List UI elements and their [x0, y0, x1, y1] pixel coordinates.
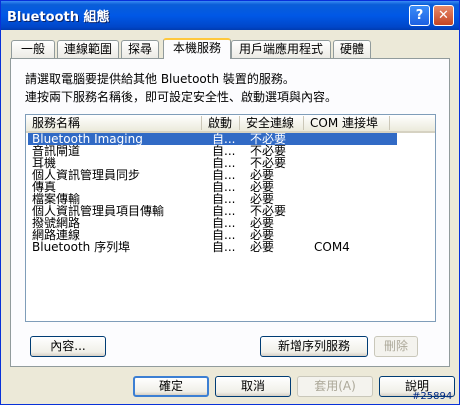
- service-startup: 自...: [212, 193, 236, 205]
- service-name: Bluetooth 序列埠: [32, 241, 131, 253]
- service-secure: 必要: [250, 229, 275, 241]
- list-item[interactable]: Bluetooth Imaging 自... 不必要: [28, 133, 397, 145]
- apply-button[interactable]: 套用(A): [297, 376, 373, 397]
- service-secure: 必要: [250, 169, 275, 181]
- column-header-startup[interactable]: 啟動: [202, 116, 240, 130]
- service-name: 個人資訊管理員同步: [32, 169, 141, 181]
- tab-client-apps[interactable]: 用戶端應用程式: [231, 40, 331, 58]
- window-title: Bluetooth 組態: [7, 10, 110, 25]
- service-startup: 自...: [212, 217, 236, 229]
- local-services-panel: 請選取電腦要提供給其他 Bluetooth 裝置的服務。 連按兩下服務名稱後，即…: [10, 58, 450, 367]
- services-list[interactable]: 服務名稱 啟動 安全連線 COM 連接埠 Bluetooth Imaging 自…: [25, 114, 436, 322]
- service-startup: 自...: [212, 205, 236, 217]
- list-header: 服務名稱 啟動 安全連線 COM 連接埠: [26, 115, 435, 133]
- service-secure: 不必要: [250, 205, 287, 217]
- service-secure: 必要: [250, 193, 275, 205]
- list-item[interactable]: 音訊閘道 自... 不必要: [28, 145, 433, 157]
- question-icon: ?: [415, 8, 424, 23]
- delete-button[interactable]: 刪除: [374, 336, 418, 357]
- close-icon: ✕: [438, 8, 449, 23]
- column-header-service-name[interactable]: 服務名稱: [26, 116, 202, 130]
- service-secure: 必要: [250, 181, 275, 193]
- list-item[interactable]: 個人資訊管理員同步 自... 必要: [28, 169, 433, 181]
- service-secure: 不必要: [250, 133, 287, 145]
- tab-discovery[interactable]: 探尋: [121, 40, 159, 58]
- add-serial-service-button[interactable]: 新增序列服務: [260, 336, 368, 357]
- service-name: 檔案傳輸: [32, 193, 81, 205]
- help-title-button[interactable]: ?: [409, 5, 430, 26]
- title-bar[interactable]: Bluetooth 組態 ? ✕: [1, 1, 459, 30]
- list-item[interactable]: Bluetooth 序列埠 自... 必要 COM4: [28, 241, 433, 253]
- service-secure: 必要: [250, 217, 275, 229]
- service-name: 耳機: [32, 157, 57, 169]
- list-item[interactable]: 耳機 自... 不必要: [28, 157, 433, 169]
- service-startup: 自...: [212, 157, 236, 169]
- close-button[interactable]: ✕: [433, 5, 454, 26]
- list-item[interactable]: 個人資訊管理員項目傳輸 自... 不必要: [28, 205, 433, 217]
- service-secure: 不必要: [250, 145, 287, 157]
- bluetooth-config-window: Bluetooth 組態 ? ✕ 一般 連線範圍 探尋 本機服務 用戶端應用程式…: [0, 0, 460, 405]
- service-com: COM4: [314, 241, 350, 253]
- list-item[interactable]: 檔案傳輸 自... 必要: [28, 193, 433, 205]
- service-secure: 不必要: [250, 157, 287, 169]
- service-name: 網路連線: [32, 229, 81, 241]
- service-startup: 自...: [212, 145, 236, 157]
- service-name: Bluetooth Imaging: [32, 133, 143, 145]
- list-item[interactable]: 網路連線 自... 必要: [28, 229, 433, 241]
- tab-hardware[interactable]: 硬體: [333, 40, 371, 58]
- ok-button[interactable]: 確定: [133, 376, 209, 397]
- panel-description-2: 連按兩下服務名稱後，即可設定安全性、啟動選項與內容。: [25, 90, 338, 104]
- service-startup: 自...: [212, 181, 236, 193]
- tab-general[interactable]: 一般: [11, 40, 55, 58]
- service-name: 音訊閘道: [32, 145, 81, 157]
- column-header-secure[interactable]: 安全連線: [240, 116, 304, 130]
- watermark: #25894: [412, 391, 453, 402]
- column-header-com-port[interactable]: COM 連接埠: [304, 116, 390, 130]
- service-startup: 自...: [212, 241, 236, 253]
- service-startup: 自...: [212, 229, 236, 241]
- service-secure: 必要: [250, 241, 275, 253]
- cancel-button[interactable]: 取消: [215, 376, 291, 397]
- service-name: 撥號網路: [32, 217, 81, 229]
- service-startup: 自...: [212, 169, 236, 181]
- service-name: 傳真: [32, 181, 57, 193]
- list-item[interactable]: 傳真 自... 必要: [28, 181, 433, 193]
- service-startup: 自...: [212, 133, 236, 145]
- tab-range[interactable]: 連線範圍: [57, 40, 119, 58]
- tab-local-services[interactable]: 本機服務: [163, 38, 231, 59]
- list-item[interactable]: 撥號網路 自... 必要: [28, 217, 433, 229]
- properties-button[interactable]: 內容...: [30, 336, 106, 357]
- service-name: 個人資訊管理員項目傳輸: [32, 205, 165, 217]
- panel-description-1: 請選取電腦要提供給其他 Bluetooth 裝置的服務。: [25, 72, 295, 86]
